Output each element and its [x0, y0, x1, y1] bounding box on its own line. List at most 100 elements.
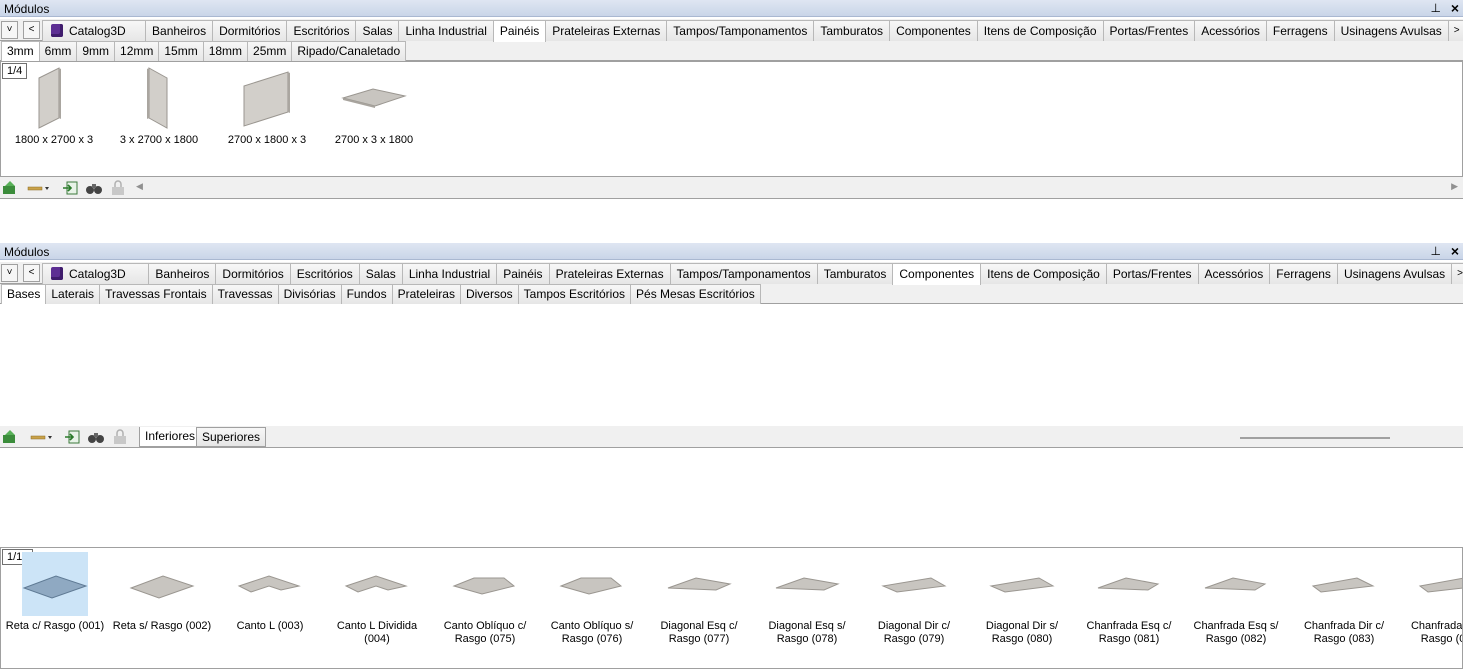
scroll-right-icon[interactable]: ▶ [1451, 181, 1458, 192]
measure-dropdown-icon[interactable] [27, 180, 51, 196]
tab-tamburatos[interactable]: Tamburatos [813, 20, 891, 41]
tab-usinagens-avulsas[interactable]: Usinagens Avulsas [1336, 263, 1453, 284]
tab-tamburatos[interactable]: Tamburatos [816, 263, 894, 284]
module-item[interactable]: Canto Oblíquo s/ Rasgo (076) [540, 552, 644, 652]
subtab-ripado[interactable]: Ripado/Canaletado [291, 41, 407, 61]
module-item[interactable]: 1800 x 2700 x 3 [9, 66, 99, 156]
tab-portas-frentes[interactable]: Portas/Frentes [1105, 263, 1199, 284]
subtab-diversos[interactable]: Diversos [459, 284, 519, 304]
horizontal-scrollbar-thumb[interactable] [1240, 437, 1390, 439]
module-item[interactable]: 2700 x 1800 x 3 [222, 66, 312, 156]
tab-acessorios[interactable]: Acessórios [1197, 263, 1271, 284]
subtab-6mm[interactable]: 6mm [38, 41, 78, 61]
tab-paineis[interactable]: Painéis [492, 20, 547, 42]
module-item[interactable]: Canto L (003) [218, 552, 322, 652]
tab-ferragens[interactable]: Ferragens [1265, 20, 1335, 41]
subtab-fundos[interactable]: Fundos [340, 284, 393, 304]
tab-dormitorios[interactable]: Dormitórios [215, 263, 291, 284]
module-item[interactable]: Chanfrada Dir c/ Rasgo (083) [1292, 552, 1396, 652]
refresh-tree-icon[interactable] [1, 429, 19, 445]
measure-dropdown-icon[interactable] [30, 429, 54, 445]
scroll-left-icon[interactable]: ◀ [136, 181, 143, 192]
tab-banheiros[interactable]: Banheiros [148, 263, 217, 284]
tab-linha-industrial[interactable]: Linha Industrial [401, 263, 498, 284]
collapse-button[interactable]: ˅ [1, 21, 18, 39]
base-thumbnail-icon [559, 577, 623, 595]
subtab-tampos-escritorios[interactable]: Tampos Escritórios [517, 284, 632, 304]
module-item[interactable]: Diagonal Esq c/ Rasgo (077) [647, 552, 751, 652]
prev-tab-button[interactable]: < [23, 264, 40, 282]
close-icon[interactable]: × [1451, 243, 1459, 259]
subtab-9mm[interactable]: 9mm [76, 41, 116, 61]
subtab-12mm[interactable]: 12mm [114, 41, 160, 61]
module-item[interactable]: Canto L Dividida (004) [325, 552, 429, 652]
tab-salas[interactable]: Salas [355, 20, 400, 41]
tab-acessorios[interactable]: Acessórios [1194, 20, 1267, 41]
module-item[interactable]: Reta c/ Rasgo (001) [3, 552, 107, 652]
module-item[interactable]: 3 x 2700 x 1800 [114, 66, 204, 156]
tab-componentes[interactable]: Componentes [889, 20, 978, 41]
base-thumbnail-icon [775, 577, 840, 591]
tab-tampos[interactable]: Tampos/Tamponamentos [666, 20, 815, 41]
insert-icon[interactable] [64, 429, 82, 445]
binoculars-icon[interactable] [87, 429, 105, 445]
refresh-tree-icon[interactable] [1, 180, 19, 196]
subtab-divisorias[interactable]: Divisórias [277, 284, 342, 304]
subtab-18mm[interactable]: 18mm [202, 41, 249, 61]
subtab-travessas-frontais[interactable]: Travessas Frontais [99, 284, 213, 304]
module-item[interactable]: Chanfrada Dir c/ Rasgo (084) [1399, 552, 1462, 652]
base-thumbnail-icon [1204, 577, 1267, 591]
module-item[interactable]: Canto Oblíquo c/ Rasgo (075) [433, 552, 537, 652]
next-tab-button[interactable]: > [1451, 263, 1463, 284]
module-label: Chanfrada Esq s/ Rasgo (082) [1193, 620, 1279, 645]
tab-salas[interactable]: Salas [358, 263, 403, 284]
tab-ferragens[interactable]: Ferragens [1269, 263, 1338, 284]
module-item[interactable]: 2700 x 3 x 1800 [329, 66, 419, 156]
subtab-bases[interactable]: Bases [1, 284, 47, 304]
tab-catalog3d[interactable]: Catalog3D [42, 263, 150, 284]
tab-itens-composicao[interactable]: Itens de Composição [980, 263, 1107, 284]
close-icon[interactable]: × [1451, 0, 1459, 16]
tab-dormitorios[interactable]: Dormitórios [212, 20, 288, 41]
tab-tampos[interactable]: Tampos/Tamponamentos [669, 263, 818, 284]
module-item[interactable]: Diagonal Esq s/ Rasgo (078) [755, 552, 859, 652]
collapse-button[interactable]: ˅ [1, 264, 18, 282]
base-thumbnail-icon [1418, 577, 1462, 593]
module-item[interactable]: Chanfrada Esq s/ Rasgo (082) [1184, 552, 1288, 652]
tab-linha-industrial[interactable]: Linha Industrial [398, 20, 494, 41]
modules-panel-top: Módulos ⊥ × ˅ < Catalog3D Banheiros Dorm… [0, 0, 1463, 200]
module-grid: 1/4 1800 x 2700 x 3 3 x 2700 x 1800 2700… [0, 61, 1463, 177]
tab-superiores[interactable]: Superiores [196, 427, 267, 447]
subtab-3mm[interactable]: 3mm [1, 41, 40, 61]
module-item[interactable]: Reta s/ Rasgo (002) [110, 552, 214, 652]
tab-inferiores[interactable]: Inferiores [139, 427, 202, 447]
pin-icon[interactable]: ⊥ [1431, 244, 1441, 258]
tab-banheiros[interactable]: Banheiros [145, 20, 214, 41]
subtab-15mm[interactable]: 15mm [158, 41, 204, 61]
prev-tab-button[interactable]: < [23, 21, 40, 39]
subtab-prateleiras[interactable]: Prateleiras [391, 284, 461, 304]
tab-escritorios[interactable]: Escritórios [289, 263, 360, 284]
tab-catalog3d[interactable]: Catalog3D [42, 20, 147, 41]
tab-escritorios[interactable]: Escritórios [286, 20, 357, 41]
tab-itens-composicao[interactable]: Itens de Composição [976, 20, 1104, 41]
subtab-25mm[interactable]: 25mm [247, 41, 293, 61]
tab-componentes[interactable]: Componentes [892, 263, 982, 285]
pin-icon[interactable]: ⊥ [1431, 1, 1441, 15]
next-tab-button[interactable]: > [1447, 20, 1463, 41]
lock-icon [112, 180, 124, 195]
insert-icon[interactable] [62, 180, 80, 196]
subtab-laterais[interactable]: Laterais [45, 284, 101, 304]
tab-portas-frentes[interactable]: Portas/Frentes [1102, 20, 1196, 41]
horizontal-scrollbar[interactable]: ◀ ▶ [134, 181, 1460, 195]
tab-usinagens-avulsas[interactable]: Usinagens Avulsas [1333, 20, 1449, 41]
tab-prateleiras-externas[interactable]: Prateleiras Externas [545, 20, 668, 41]
tab-prateleiras-externas[interactable]: Prateleiras Externas [548, 263, 671, 284]
module-item[interactable]: Diagonal Dir c/ Rasgo (079) [862, 552, 966, 652]
subtab-pes-mesas[interactable]: Pés Mesas Escritórios [630, 284, 761, 304]
binoculars-icon[interactable] [85, 180, 103, 196]
subtab-travessas[interactable]: Travessas [211, 284, 279, 304]
tab-paineis[interactable]: Painéis [496, 263, 550, 284]
module-item[interactable]: Diagonal Dir s/ Rasgo (080) [970, 552, 1074, 652]
module-item[interactable]: Chanfrada Esq c/ Rasgo (081) [1077, 552, 1181, 652]
